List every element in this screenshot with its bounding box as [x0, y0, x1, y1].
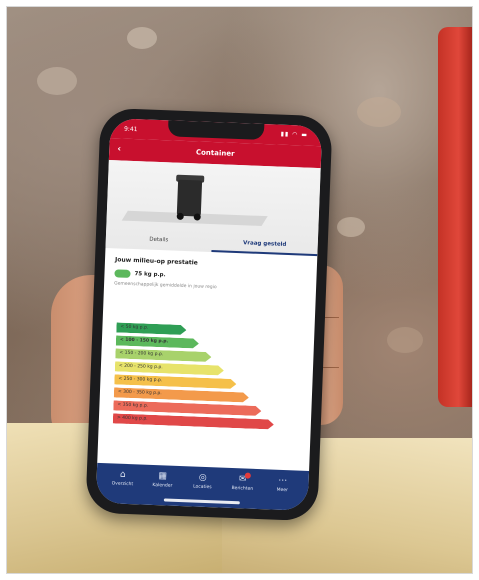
tabbar-item-berichten[interactable]: ✉ Berichten: [222, 472, 263, 500]
tabbar-label: Berichten: [231, 485, 254, 492]
smartphone: 9:41 ▮▮ ◠ ▬ ‹ Container Details Vraag ge…: [85, 107, 333, 522]
scale-bar: < 200 - 250 kg p.p.: [115, 361, 224, 375]
waste-bin-icon: [176, 179, 203, 217]
leaf-decoration: [357, 97, 401, 127]
tabbar-label: Overzicht: [111, 481, 134, 488]
more-icon: ⋯: [277, 475, 288, 487]
tabbar-item-overzicht[interactable]: ⌂ Overzicht: [102, 469, 143, 495]
content: Jouw milieu-op prestatie 75 kg p.p. Geme…: [104, 254, 317, 294]
chevron-left-icon[interactable]: ‹: [117, 138, 122, 160]
leaf-decoration: [127, 27, 157, 49]
home-icon: ⌂: [119, 469, 126, 480]
scale-bar: < 300 - 350 kg p.p.: [114, 387, 249, 402]
scale-bar: > 400 kg p.p.: [113, 413, 274, 429]
tab-details[interactable]: Details: [105, 228, 212, 252]
scale-bar: < 50 kg p.p.: [116, 322, 186, 335]
calendar-icon: ▦: [158, 471, 168, 482]
page-title: Container: [195, 148, 235, 158]
leaf-decoration: [337, 217, 365, 237]
tabbar-item-kalender[interactable]: ▦ Kalender: [142, 471, 183, 497]
status-time: 9:41: [123, 125, 138, 134]
leaf-decoration: [37, 67, 77, 95]
tabbar-label: Meer: [276, 487, 289, 494]
red-jacket: [438, 27, 472, 407]
value-dot: [114, 269, 131, 278]
leaf-decoration: [387, 327, 423, 353]
rating-scale: < 50 kg p.p. < 100 - 150 kg p.p. < 150 - 2…: [113, 322, 287, 432]
bottom-tab-bar: ⌂ Overzicht ▦ Kalender ◎ Locaties ✉ Berichten ⋯ M…: [95, 462, 310, 511]
location-icon: ◎: [198, 472, 207, 484]
bell-icon: ✉: [238, 474, 247, 485]
tabbar-label: Kalender: [152, 482, 173, 489]
scale-bar: < 150 - 200 kg p.p.: [115, 348, 211, 362]
phone-screen: 9:41 ▮▮ ◠ ▬ ‹ Container Details Vraag ge…: [95, 118, 323, 511]
value-text: 75 kg p.p.: [134, 271, 166, 279]
scale-bar: < 350 kg p.p.: [113, 400, 261, 416]
tabbar-label: Locaties: [192, 484, 212, 491]
section-title: Jouw milieu-op prestatie: [114, 256, 198, 267]
scale-bar: < 250 - 300 kg p.p.: [114, 374, 236, 389]
photo-background: 9:41 ▮▮ ◠ ▬ ‹ Container Details Vraag ge…: [6, 6, 473, 574]
scale-bar: < 100 - 150 kg p.p.: [116, 335, 199, 348]
status-icons: ▮▮ ◠ ▬: [280, 130, 309, 139]
tabbar-item-locaties[interactable]: ◎ Locaties: [182, 472, 223, 498]
tab-vraag-gesteld[interactable]: Vraag gesteld: [211, 232, 319, 257]
tabbar-item-meer[interactable]: ⋯ Meer: [262, 475, 303, 501]
